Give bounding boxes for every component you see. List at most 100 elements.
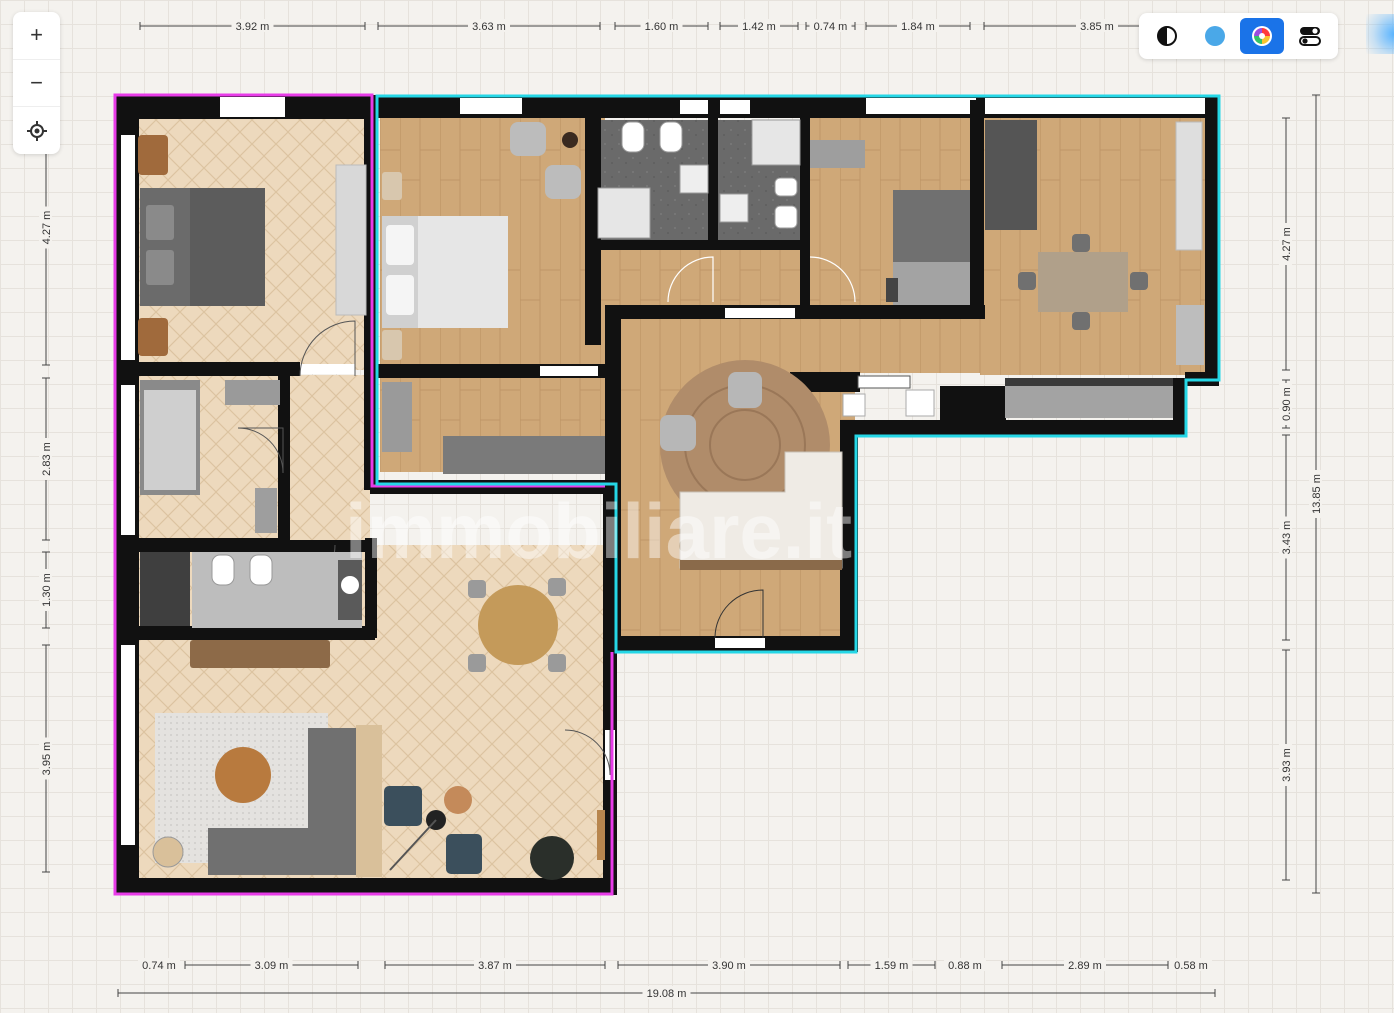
wall — [800, 100, 810, 310]
nightstand — [382, 330, 402, 360]
dimension-left: 3.95 m — [41, 742, 53, 776]
window — [720, 100, 750, 114]
armchair — [382, 382, 412, 452]
dimension-bottom: 1.59 m — [875, 960, 909, 972]
bed-blanket — [190, 188, 265, 306]
dimension-right: 3.93 m — [1281, 748, 1293, 782]
shelf — [597, 810, 605, 860]
window — [460, 98, 522, 114]
chair — [1072, 312, 1090, 330]
shower — [751, 119, 801, 166]
armchair — [660, 415, 696, 451]
toilet — [211, 554, 235, 586]
window — [220, 97, 285, 117]
desk — [225, 380, 280, 405]
wall — [115, 362, 300, 376]
armchair — [510, 122, 546, 156]
armchair — [728, 372, 762, 408]
pillow — [386, 275, 414, 315]
dimension-right: 0.90 m — [1281, 387, 1293, 421]
stool — [842, 393, 866, 417]
sink — [679, 164, 709, 194]
wall — [585, 240, 805, 250]
wall — [115, 626, 375, 640]
bidet — [659, 121, 683, 153]
zoom-toolbar: + − — [13, 12, 60, 154]
dimension-top: 1.42 m — [742, 21, 776, 33]
sofa — [985, 120, 1037, 230]
color-wheel-icon — [1252, 26, 1273, 46]
dining-table — [478, 585, 558, 665]
dimension-bottom: 0.74 m — [142, 960, 176, 972]
door-frame — [715, 638, 765, 648]
watermark-text: immobiliare.it — [345, 487, 852, 575]
blue-theme-button[interactable] — [1193, 18, 1237, 54]
sink — [341, 576, 359, 594]
wall — [708, 100, 718, 248]
locate-button[interactable] — [13, 107, 60, 154]
armchair — [446, 834, 482, 874]
pillow — [386, 225, 414, 265]
dimension-bottom: 0.88 m — [948, 960, 982, 972]
wall — [115, 538, 290, 552]
zoom-in-button[interactable]: + — [13, 12, 60, 60]
floor-bath-dark — [140, 545, 190, 630]
shower — [597, 187, 651, 239]
floorplan: immobiliare.it 3.92 m 3.63 m 1.60 m 1.42 m 0… — [39, 19, 1323, 1000]
appliance — [905, 389, 935, 417]
bidet — [774, 205, 798, 229]
dimension-top: 3.85 m — [1080, 21, 1114, 33]
shelf — [255, 488, 277, 533]
wall — [605, 305, 621, 650]
dimension-top: 3.92 m — [236, 21, 270, 33]
toggles-icon — [1299, 27, 1322, 46]
dining-table — [1038, 252, 1128, 312]
dimension-bottom: 0.58 m — [1174, 960, 1208, 972]
chair — [1018, 272, 1036, 290]
window — [121, 645, 135, 845]
chair — [1072, 234, 1090, 252]
contrast-icon — [1156, 26, 1177, 46]
zoom-out-button[interactable]: − — [13, 60, 60, 108]
wardrobe — [335, 164, 367, 316]
wall — [970, 100, 984, 315]
dimension-top: 3.63 m — [472, 21, 506, 33]
dimension-top: 0.74 m — [814, 21, 848, 33]
chair — [548, 654, 566, 672]
contrast-button[interactable] — [1145, 18, 1189, 54]
side-panel-edge — [1366, 14, 1394, 54]
toggles-button[interactable] — [1288, 18, 1332, 54]
armchair — [384, 786, 422, 826]
cabinet — [1175, 121, 1203, 251]
dimension-bottom: 3.87 m — [478, 960, 512, 972]
pillow — [146, 205, 174, 240]
bidet — [249, 554, 273, 586]
wardrobe — [443, 436, 605, 474]
crosshair-icon — [26, 120, 47, 141]
dimension-left: 4.27 m — [41, 211, 53, 245]
console — [356, 725, 382, 877]
radiator — [857, 375, 911, 389]
plant — [530, 836, 574, 880]
window — [121, 135, 135, 360]
color-theme-button[interactable] — [1240, 18, 1285, 54]
side-table — [562, 132, 578, 148]
dimension-left: 1.30 m — [41, 573, 53, 607]
dimension-top: 1.84 m — [901, 21, 935, 33]
dimension-right: 3.43 m — [1281, 521, 1293, 555]
dimension-right-total: 13.85 m — [1311, 474, 1323, 514]
wall — [840, 420, 1185, 436]
wall — [115, 878, 615, 894]
floorplan-canvas[interactable]: immobiliare.it 3.92 m 3.63 m 1.60 m 1.42 m 0… — [0, 0, 1394, 1008]
window — [866, 98, 976, 114]
window — [121, 385, 135, 535]
dimension-bottom: 2.89 m — [1068, 960, 1102, 972]
armchair — [545, 165, 581, 199]
sideboard — [190, 640, 330, 668]
fridge — [1176, 305, 1204, 365]
sink — [719, 193, 749, 223]
toilet — [774, 177, 798, 197]
bed-blanket — [893, 262, 970, 305]
nightstand — [382, 172, 402, 200]
chair — [1130, 272, 1148, 290]
